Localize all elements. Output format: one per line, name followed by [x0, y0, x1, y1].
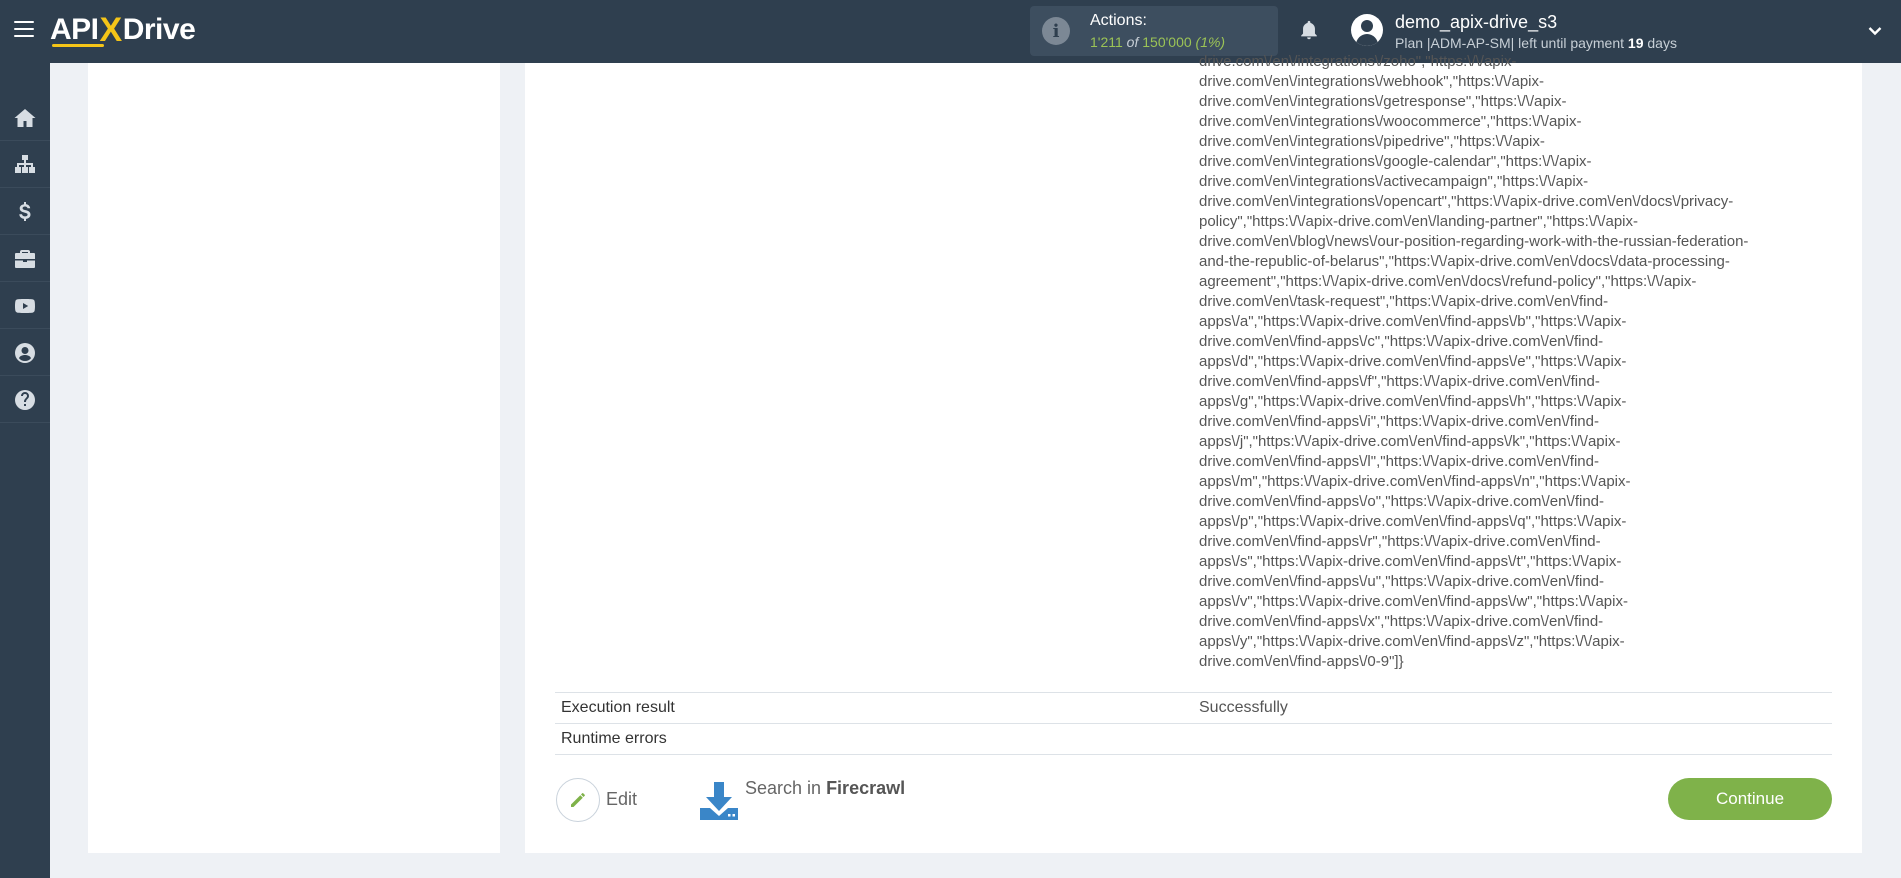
actions-counter[interactable]: i Actions: 1'211 of 150'000 (1%) [1030, 6, 1278, 56]
chevron-down-icon[interactable] [1868, 24, 1882, 38]
response-data-line: drive.com\/en\/integrations\/zoho","http… [1199, 53, 1517, 70]
service-name: Firecrawl [826, 778, 906, 798]
response-data-line: drive.com\/en\/integrations\/pipedrive",… [1199, 133, 1545, 150]
response-data-line: apps\/g","https:\/\/apix-drive.com\/en\/… [1199, 393, 1627, 410]
execution-result-value: Successfully [1199, 699, 1288, 716]
response-data-line: drive.com\/en\/find-apps\/f","https:\/\/… [1199, 373, 1600, 390]
response-data-line: apps\/m","https:\/\/apix-drive.com\/en\/… [1199, 473, 1631, 490]
response-data-line: drive.com\/en\/find-apps\/r","https:\/\/… [1199, 533, 1601, 550]
apix-drive-logo[interactable]: API X Drive [50, 11, 196, 49]
response-data-line: drive.com\/en\/find-apps\/i","https:\/\/… [1199, 413, 1599, 430]
response-data-line: agreement","https:\/\/apix-drive.com\/en… [1199, 273, 1697, 290]
response-data-line: drive.com\/en\/integrations\/google-cale… [1199, 153, 1592, 170]
response-data-value: drive.com\/en\/integrations\/zoho","http… [1199, 52, 1821, 672]
plan-info: Plan |ADM-AP-SM| left until payment 19 d… [1395, 35, 1677, 51]
response-data-line: drive.com\/en\/task-request","https:\/\/… [1199, 293, 1609, 310]
sidebar-item-tools[interactable] [0, 236, 50, 282]
youtube-icon [15, 298, 35, 313]
response-data-line: drive.com\/en\/blog\/news\/our-position-… [1199, 233, 1749, 250]
response-data-line: apps\/v","https:\/\/apix-drive.com\/en\/… [1199, 593, 1628, 610]
dollar-icon [19, 201, 31, 221]
logo-drive-text: Drive [122, 13, 196, 46]
response-data-line: apps\/d","https:\/\/apix-drive.com\/en\/… [1199, 353, 1627, 370]
sidebar-item-connections[interactable] [0, 142, 50, 188]
left-panel [88, 63, 500, 853]
question-circle-icon [15, 389, 35, 410]
response-data-line: apps\/s","https:\/\/apix-drive.com\/en\/… [1199, 553, 1622, 570]
edit-label[interactable]: Edit [606, 789, 637, 810]
pencil-icon [571, 793, 585, 807]
avatar[interactable] [1351, 14, 1383, 46]
divider [555, 754, 1832, 755]
logo-api-text: API [50, 13, 99, 46]
execution-result-row: Execution result Successfully [555, 692, 1832, 723]
response-data-line: drive.com\/en\/find-apps\/0-9"]} [1199, 653, 1404, 670]
menu-icon[interactable] [14, 21, 34, 39]
continue-button[interactable]: Continue [1668, 778, 1832, 820]
response-data-line: drive.com\/en\/find-apps\/x","https:\/\/… [1199, 613, 1604, 630]
sidebar-item-billing[interactable] [0, 189, 50, 235]
sidebar [0, 63, 50, 878]
username[interactable]: demo_apix-drive_s3 [1395, 12, 1557, 33]
response-data-line: drive.com\/en\/find-apps\/u","https:\/\/… [1199, 573, 1604, 590]
response-data-line: drive.com\/en\/integrations\/opencart","… [1199, 193, 1734, 210]
sidebar-item-account[interactable] [0, 330, 50, 376]
sidebar-item-home[interactable] [0, 95, 50, 141]
actions-label: Actions: [1090, 12, 1147, 29]
response-data-line: apps\/j","https:\/\/apix-drive.com\/en\/… [1199, 433, 1621, 450]
sidebar-item-video[interactable] [0, 283, 50, 329]
response-data-line: drive.com\/en\/integrations\/woocommerce… [1199, 113, 1582, 130]
sitemap-icon [15, 154, 35, 173]
response-data-line: drive.com\/en\/find-apps\/c","https:\/\/… [1199, 333, 1604, 350]
response-data-line: drive.com\/en\/find-apps\/o","https:\/\/… [1199, 493, 1604, 510]
briefcase-icon [15, 249, 35, 268]
response-data-line: drive.com\/en\/find-apps\/l","https:\/\/… [1199, 453, 1599, 470]
runtime-errors-row: Runtime errors [555, 723, 1832, 754]
response-data-line: apps\/p","https:\/\/apix-drive.com\/en\/… [1199, 513, 1627, 530]
response-data-line: apps\/a","https:\/\/apix-drive.com\/en\/… [1199, 313, 1627, 330]
runtime-errors-label: Runtime errors [561, 730, 667, 747]
response-data-line: drive.com\/en\/integrations\/webhook","h… [1199, 73, 1544, 90]
bell-icon[interactable] [1298, 18, 1320, 42]
response-data-line: drive.com\/en\/integrations\/getresponse… [1199, 93, 1567, 110]
sidebar-item-help[interactable] [0, 377, 50, 423]
search-in-service[interactable]: Search in Firecrawl [745, 778, 905, 799]
response-data-line: and-the-republic-of-belarus","https:\/\/… [1199, 253, 1730, 270]
execution-result-label: Execution result [561, 699, 675, 716]
home-icon [14, 108, 36, 127]
user-circle-icon [15, 342, 35, 363]
response-data-line: drive.com\/en\/integrations\/activecampa… [1199, 173, 1589, 190]
actions-count: 1'211 of 150'000 (1%) [1090, 34, 1226, 50]
response-data-line: apps\/y","https:\/\/apix-drive.com\/en\/… [1199, 633, 1625, 650]
edit-button[interactable] [556, 778, 600, 822]
info-icon: i [1042, 17, 1070, 45]
response-data-line: policy","https:\/\/apix-drive.com\/en\/l… [1199, 213, 1638, 230]
download-icon[interactable] [698, 780, 740, 822]
